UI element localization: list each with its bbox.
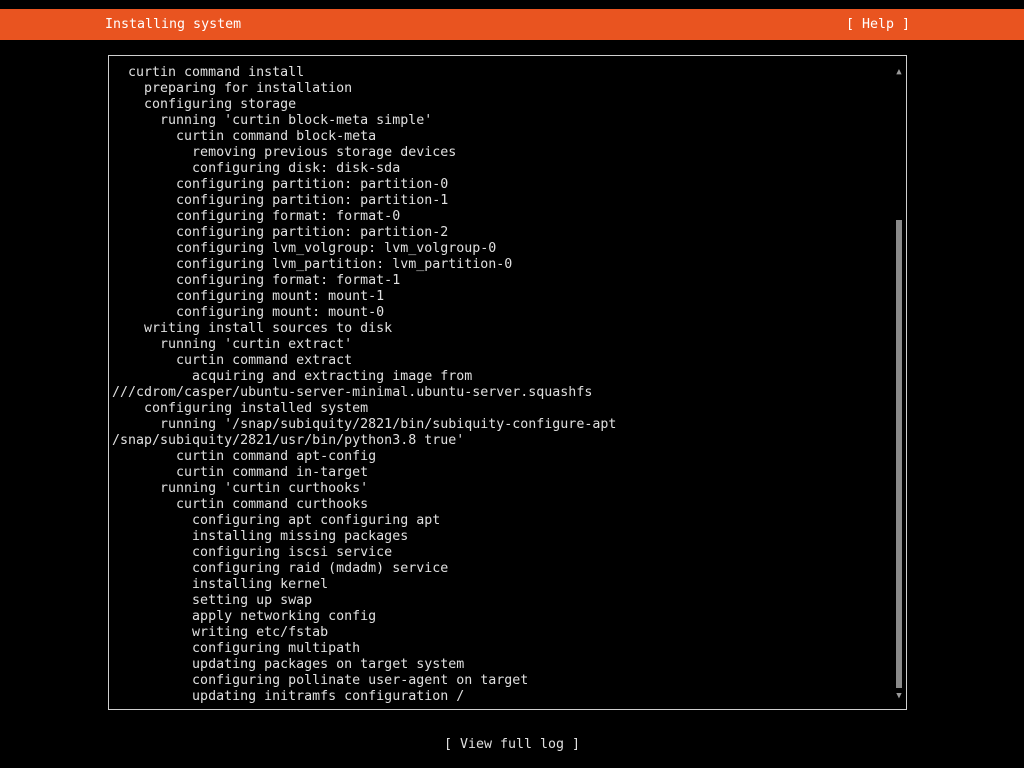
header-bar: Installing system [ Help ] — [0, 9, 1024, 40]
view-full-log-button[interactable]: [ View full log ] — [0, 737, 1024, 753]
log-line: configuring pollinate user-agent on targ… — [112, 673, 529, 688]
log-line: configuring iscsi service — [112, 545, 393, 560]
scroll-thumb[interactable] — [896, 220, 902, 688]
log-line: configuring partition: partition-1 — [112, 193, 449, 208]
log-line: writing install sources to disk — [112, 321, 393, 336]
page-title: Installing system — [105, 17, 242, 32]
log-line: curtin command block-meta — [112, 129, 377, 144]
log-line: setting up swap — [112, 593, 313, 608]
log-line: preparing for installation — [112, 81, 353, 96]
log-line: updating initramfs configuration / — [112, 689, 465, 704]
log-line: installing kernel — [112, 577, 329, 592]
installer-screen: Installing system [ Help ] curtin comman… — [0, 0, 1024, 768]
log-line: /snap/subiquity/2821/usr/bin/python3.8 t… — [112, 433, 465, 448]
scrollbar[interactable]: ▲ ▼ — [895, 66, 903, 702]
log-line: removing previous storage devices — [112, 145, 457, 160]
log-lines: curtin command install preparing for ins… — [112, 65, 616, 705]
log-line: configuring disk: disk-sda — [112, 161, 401, 176]
log-line: configuring partition: partition-0 — [112, 177, 449, 192]
log-line: configuring lvm_volgroup: lvm_volgroup-0 — [112, 241, 497, 256]
install-log-panel[interactable]: curtin command install preparing for ins… — [108, 55, 907, 710]
scroll-down-arrow-icon[interactable]: ▼ — [895, 690, 903, 702]
log-line: apply networking config — [112, 609, 377, 624]
log-line: curtin command install — [112, 65, 305, 80]
log-line: acquiring and extracting image from — [112, 369, 473, 384]
log-line: configuring partition: partition-2 — [112, 225, 449, 240]
scroll-track[interactable] — [896, 80, 902, 688]
log-line: curtin command apt-config — [112, 449, 377, 464]
log-line: configuring raid (mdadm) service — [112, 561, 449, 576]
log-line: ///cdrom/casper/ubuntu-server-minimal.ub… — [112, 385, 593, 400]
log-line: configuring format: format-0 — [112, 209, 401, 224]
log-line: configuring format: format-1 — [112, 273, 401, 288]
log-line: configuring installed system — [112, 401, 369, 416]
scroll-up-arrow-icon[interactable]: ▲ — [895, 66, 903, 78]
log-line: running '/snap/subiquity/2821/bin/subiqu… — [112, 417, 617, 432]
log-line: configuring storage — [112, 97, 297, 112]
log-line: updating packages on target system — [112, 657, 465, 672]
log-line: configuring lvm_partition: lvm_partition… — [112, 257, 513, 272]
log-line: running 'curtin block-meta simple' — [112, 113, 433, 128]
help-button[interactable]: [ Help ] — [846, 17, 910, 33]
log-line: configuring apt configuring apt — [112, 513, 441, 528]
log-line: configuring multipath — [112, 641, 361, 656]
log-line: curtin command curthooks — [112, 497, 369, 512]
log-line: configuring mount: mount-0 — [112, 305, 385, 320]
log-line: running 'curtin curthooks' — [112, 481, 369, 496]
log-line: curtin command in-target — [112, 465, 369, 480]
log-line: configuring mount: mount-1 — [112, 289, 385, 304]
log-line: curtin command extract — [112, 353, 353, 368]
log-line: writing etc/fstab — [112, 625, 329, 640]
log-line: running 'curtin extract' — [112, 337, 353, 352]
log-line: installing missing packages — [112, 529, 409, 544]
